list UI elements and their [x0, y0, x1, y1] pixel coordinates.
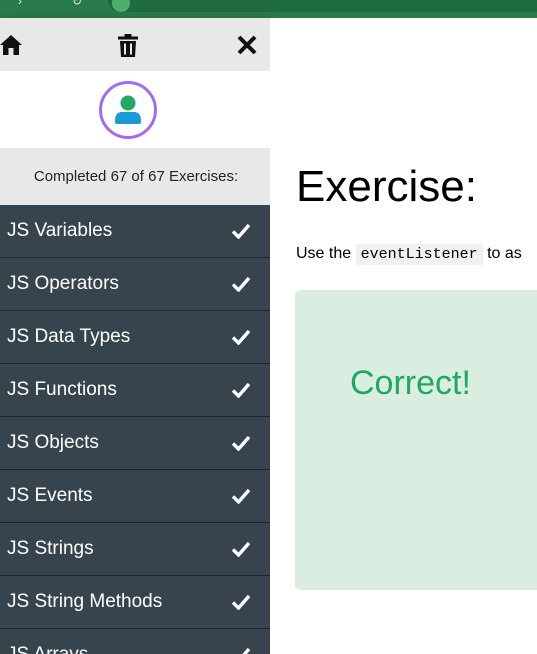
check-icon	[232, 329, 250, 345]
check-icon	[242, 647, 250, 654]
result-box: Correct!	[295, 290, 537, 590]
exercise-item-js-arrays[interactable]: JS Arrays	[0, 629, 270, 654]
exercise-item-js-functions[interactable]: JS Functions	[0, 364, 270, 417]
browser-forward-icon[interactable]: ›	[18, 0, 22, 8]
check-icon	[232, 594, 250, 610]
close-button[interactable]	[234, 32, 260, 58]
exercise-label: JS Events	[7, 485, 93, 506]
exercise-label: JS Arrays	[7, 644, 88, 654]
check-icon	[232, 488, 250, 504]
exercise-item-js-string-methods[interactable]: JS String Methods	[0, 576, 270, 629]
reset-button[interactable]	[115, 32, 141, 58]
exercise-instruction: Use the eventListener to as	[296, 244, 522, 265]
address-field[interactable]	[108, 0, 537, 12]
page-title: Exercise:	[296, 162, 477, 211]
check-icon	[232, 541, 250, 557]
browser-address-bar: › ↻	[0, 0, 537, 18]
exercise-label: JS Functions	[7, 379, 117, 400]
instruction-suffix: to as	[487, 245, 522, 262]
exercise-label: JS Strings	[7, 538, 94, 559]
avatar-area	[0, 71, 270, 148]
exercise-item-js-events[interactable]: JS Events	[0, 470, 270, 523]
trash-icon	[118, 33, 138, 57]
exercise-label: JS Variables	[7, 220, 113, 241]
close-icon	[237, 35, 257, 55]
exercise-label: JS String Methods	[7, 591, 163, 612]
browser-reload-icon[interactable]: ↻	[72, 0, 82, 8]
instruction-code: eventListener	[355, 244, 483, 265]
exercise-main: Exercise: Use the eventListener to as Co…	[270, 18, 537, 654]
user-icon	[115, 95, 141, 124]
home-icon	[0, 35, 22, 55]
check-icon	[232, 382, 250, 398]
check-icon	[232, 435, 250, 451]
exercise-label: JS Operators	[7, 273, 119, 294]
exercise-item-js-objects[interactable]: JS Objects	[0, 417, 270, 470]
progress-summary: Completed 67 of 67 Exercises:	[0, 148, 270, 205]
check-icon	[232, 276, 250, 292]
exercise-item-js-data-types[interactable]: JS Data Types	[0, 311, 270, 364]
sidebar-toolbar	[0, 18, 270, 71]
result-message: Correct!	[350, 364, 471, 402]
progress-text: Completed 67 of 67 Exercises:	[33, 168, 239, 185]
check-icon	[232, 223, 250, 239]
exercise-sidebar: Completed 67 of 67 Exercises: JS Variabl…	[0, 18, 270, 654]
exercise-item-js-variables[interactable]: JS Variables	[0, 205, 270, 258]
avatar[interactable]	[99, 81, 157, 139]
exercise-item-js-strings[interactable]: JS Strings	[0, 523, 270, 576]
instruction-prefix: Use the	[296, 245, 352, 262]
home-button[interactable]	[0, 32, 24, 58]
exercise-list: JS Variables JS Operators JS Data Types …	[0, 205, 270, 654]
exercise-label: JS Objects	[7, 432, 99, 453]
exercise-item-js-operators[interactable]: JS Operators	[0, 258, 270, 311]
exercise-label: JS Data Types	[7, 326, 131, 347]
